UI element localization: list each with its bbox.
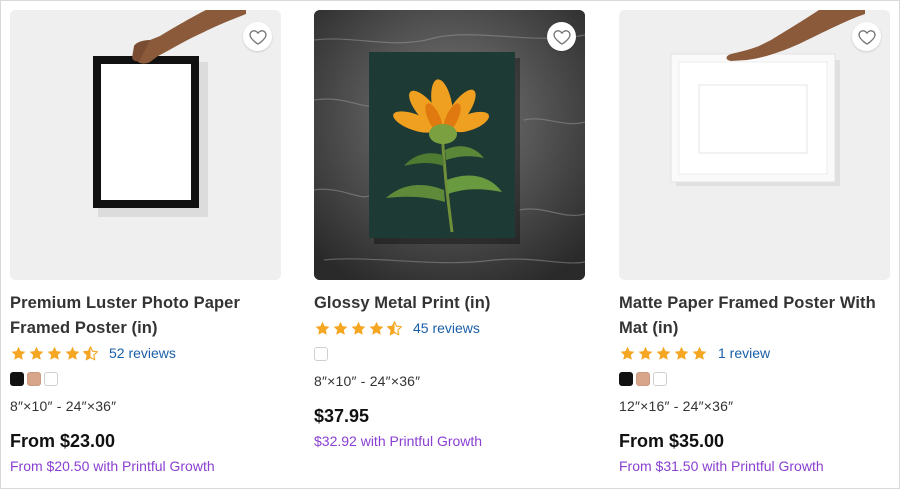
- star-rating: [619, 345, 708, 362]
- color-swatch-white[interactable]: [314, 347, 328, 361]
- heart-outline-icon: [857, 27, 877, 47]
- star-full-icon: [64, 345, 81, 362]
- product-title[interactable]: Matte Paper Framed Poster With Mat (in): [619, 291, 890, 341]
- product-card[interactable]: Matte Paper Framed Poster With Mat (in) …: [619, 10, 890, 474]
- product-card[interactable]: Glossy Metal Print (in) 45 reviews 8″×10…: [314, 10, 585, 449]
- star-full-icon: [673, 345, 690, 362]
- product-title[interactable]: Premium Luster Photo Paper Framed Poster…: [10, 291, 281, 341]
- product-title-line: Premium Luster Photo Paper: [10, 294, 240, 312]
- product-image[interactable]: [10, 10, 281, 280]
- growth-price: $32.92 with Printful Growth: [314, 433, 483, 449]
- growth-price: From $31.50 with Printful Growth: [619, 458, 824, 474]
- reviews-link[interactable]: 1 review: [718, 345, 770, 361]
- favorite-button[interactable]: [852, 22, 881, 51]
- favorite-button[interactable]: [547, 22, 576, 51]
- color-swatches: [10, 372, 281, 387]
- heart-outline-icon: [248, 27, 268, 47]
- rating-row: 45 reviews: [314, 316, 585, 340]
- star-half-icon: [82, 345, 99, 362]
- product-card[interactable]: Premium Luster Photo Paper Framed Poster…: [10, 10, 281, 474]
- metal-print-image: [314, 10, 585, 280]
- star-full-icon: [619, 345, 636, 362]
- star-full-icon: [368, 320, 385, 337]
- star-half-icon: [386, 320, 403, 337]
- color-swatches: [619, 372, 890, 387]
- color-swatch-brown[interactable]: [636, 372, 650, 386]
- star-full-icon: [637, 345, 654, 362]
- rating-row: 52 reviews: [10, 341, 281, 365]
- star-full-icon: [332, 320, 349, 337]
- favorite-button[interactable]: [243, 22, 272, 51]
- product-title[interactable]: Glossy Metal Print (in): [314, 291, 585, 316]
- star-full-icon: [46, 345, 63, 362]
- price: From $35.00: [619, 431, 725, 451]
- product-image[interactable]: [314, 10, 585, 280]
- star-rating: [10, 345, 99, 362]
- product-title-line: Glossy Metal Print (in): [314, 294, 491, 312]
- heart-outline-icon: [552, 27, 572, 47]
- size-range: 8″×10″ - 24″×36″: [10, 398, 117, 414]
- star-full-icon: [10, 345, 27, 362]
- color-swatch-black[interactable]: [619, 372, 633, 386]
- star-full-icon: [314, 320, 331, 337]
- star-full-icon: [691, 345, 708, 362]
- price: From $23.00: [10, 431, 116, 451]
- product-title-line: Matte Paper Framed Poster With: [619, 294, 876, 312]
- size-range: 8″×10″ - 24″×36″: [314, 373, 421, 389]
- size-range: 12″×16″ - 24″×36″: [619, 398, 734, 414]
- reviews-link[interactable]: 45 reviews: [413, 320, 480, 336]
- color-swatch-white[interactable]: [44, 372, 58, 386]
- star-full-icon: [28, 345, 45, 362]
- color-swatch-white[interactable]: [653, 372, 667, 386]
- product-image[interactable]: [619, 10, 890, 280]
- color-swatch-brown[interactable]: [27, 372, 41, 386]
- color-swatch-black[interactable]: [10, 372, 24, 386]
- price: $37.95: [314, 406, 370, 426]
- star-rating: [314, 320, 403, 337]
- product-title-line: Mat (in): [619, 319, 679, 337]
- growth-price: From $20.50 with Printful Growth: [10, 458, 215, 474]
- color-swatches: [314, 347, 585, 362]
- star-full-icon: [350, 320, 367, 337]
- rating-row: 1 review: [619, 341, 890, 365]
- product-title-line: Framed Poster (in): [10, 319, 158, 337]
- reviews-link[interactable]: 52 reviews: [109, 345, 176, 361]
- framed-poster-image: [10, 10, 281, 280]
- framed-poster-with-mat-image: [619, 10, 890, 280]
- star-full-icon: [655, 345, 672, 362]
